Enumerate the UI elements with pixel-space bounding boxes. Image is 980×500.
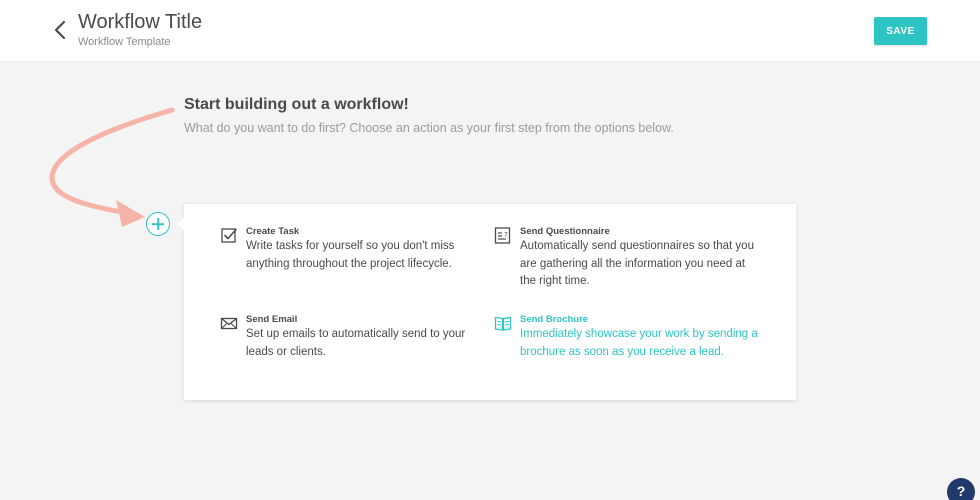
- add-step-button[interactable]: [146, 212, 170, 236]
- header-bar: Workflow Title Workflow Template SAVE: [0, 0, 980, 62]
- svg-text:?: ?: [504, 231, 508, 239]
- option-title: Send Questionnaire: [520, 226, 610, 237]
- option-title: Send Brochure: [520, 314, 589, 325]
- action-options-card: Create Task Write tasks for yourself so …: [177, 204, 796, 400]
- brochure-icon: [494, 316, 512, 331]
- intro-headline: Start building out a workflow!: [184, 96, 409, 113]
- option-description: Write tasks for yourself so you don't mi…: [246, 240, 455, 270]
- envelope-icon: [220, 317, 238, 330]
- save-button[interactable]: SAVE: [874, 17, 927, 45]
- workflow-subtitle: Workflow Template: [78, 36, 171, 48]
- option-create-task[interactable]: Create Task Write tasks for yourself so …: [220, 226, 460, 296]
- option-send-questionnaire[interactable]: ? Send Questionnaire Automatically send …: [494, 226, 754, 316]
- option-description: Set up emails to automatically send to y…: [246, 328, 466, 358]
- option-description: Automatically send questionnaires so tha…: [520, 240, 754, 287]
- back-arrow-icon[interactable]: [50, 18, 70, 42]
- workflow-title[interactable]: Workflow Title: [78, 11, 202, 34]
- option-description: Immediately showcase your work by sendin…: [520, 328, 758, 358]
- option-send-brochure[interactable]: Send Brochure Immediately showcase your …: [494, 314, 758, 386]
- help-button[interactable]: ?: [947, 478, 975, 500]
- option-send-email[interactable]: Send Email Set up emails to automaticall…: [220, 314, 490, 370]
- checkbox-icon: [221, 228, 237, 243]
- option-title: Create Task: [246, 226, 300, 237]
- intro-subline: What do you want to do first? Choose an …: [184, 121, 674, 135]
- questionnaire-icon: ?: [494, 227, 511, 244]
- option-title: Send Email: [246, 314, 298, 325]
